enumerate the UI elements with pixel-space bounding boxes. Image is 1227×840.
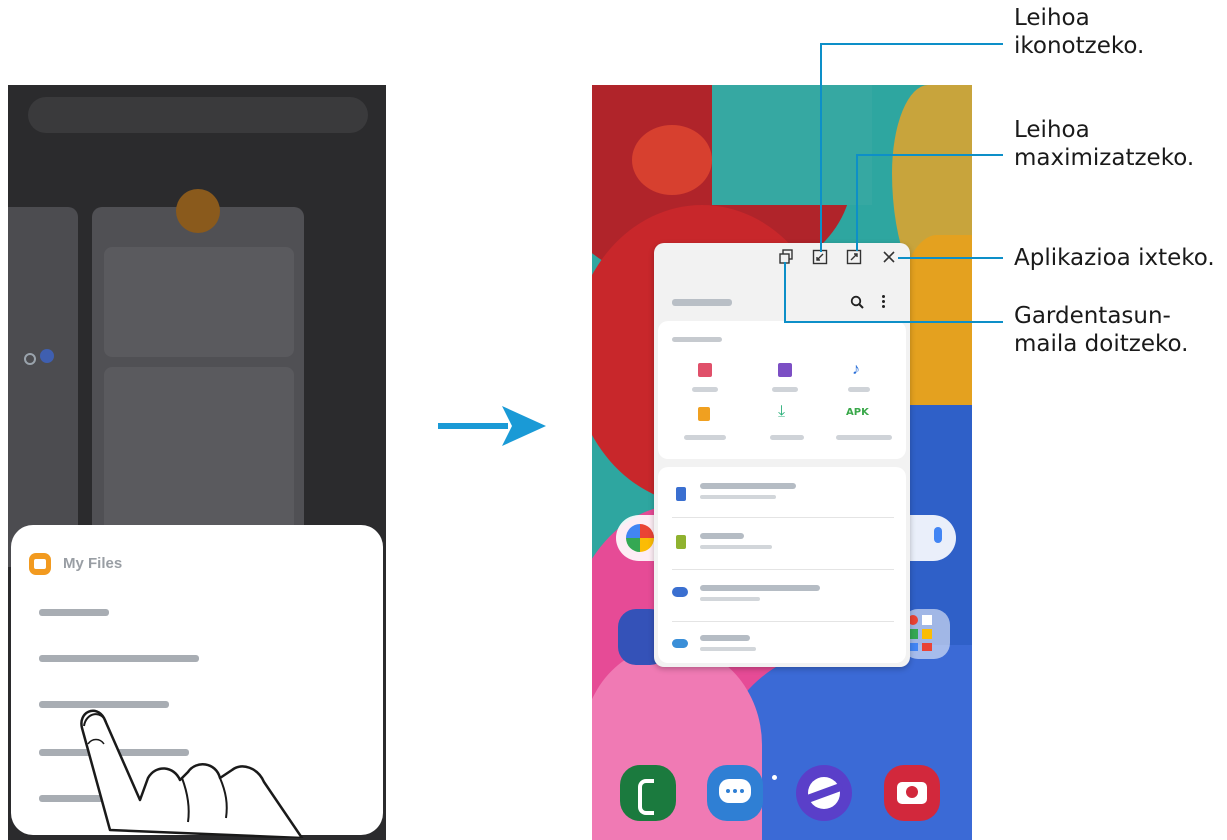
dim-account-icon — [40, 349, 54, 363]
internet-app-icon[interactable] — [796, 765, 852, 821]
callout-line-opacity-v — [784, 262, 786, 322]
opacity-icon[interactable] — [778, 249, 794, 265]
app-title-blurred — [672, 299, 732, 306]
callout-line-maximize-h — [856, 154, 1003, 156]
callout-minimize-line2: ikonotzeko. — [1014, 33, 1145, 59]
transition-arrow-icon — [438, 406, 546, 446]
camera-app-icon[interactable] — [884, 765, 940, 821]
my-files-app-icon — [29, 553, 51, 575]
videos-icon[interactable] — [778, 363, 792, 377]
menu-item-open-split-screen[interactable] — [39, 655, 199, 662]
categories-card: ♪ ⤓ APK — [658, 321, 906, 459]
dim-search-icon — [24, 353, 36, 365]
maximize-icon[interactable] — [846, 249, 862, 265]
dim-search-bar — [28, 97, 368, 133]
callout-opacity-line1: Gardentasun- — [1014, 303, 1171, 329]
samsung-cloud-drive-item[interactable] — [658, 571, 906, 621]
callout-line-maximize-v — [856, 155, 858, 251]
window-toolbar — [654, 243, 910, 273]
callout-maximize-line2: maximizatzeko. — [1014, 145, 1195, 171]
phone-app-icon[interactable] — [620, 765, 676, 821]
sd-card-item[interactable] — [658, 519, 906, 569]
right-phone-screen: ♪ ⤓ APK — [592, 85, 972, 840]
callout-line-opacity-h — [784, 321, 1003, 323]
dim-recent-card-left — [8, 207, 78, 567]
more-options-icon[interactable] — [882, 295, 885, 309]
callout-minimize: Leihoa ikonotzeko. — [1014, 4, 1144, 60]
documents-icon[interactable] — [698, 407, 710, 421]
callout-maximize: Leihoa maximizatzeko. — [1014, 116, 1194, 172]
phone-storage-icon — [676, 487, 686, 501]
google-g-icon — [626, 524, 654, 552]
dim-app-icon — [176, 189, 220, 233]
callout-line-close — [898, 257, 1003, 259]
mic-icon[interactable] — [934, 527, 942, 543]
search-icon[interactable] — [850, 295, 864, 309]
sd-card-icon — [676, 535, 686, 549]
hand-pointer-icon — [80, 709, 304, 838]
downloads-icon[interactable]: ⤓ — [778, 403, 785, 421]
images-icon[interactable] — [698, 363, 712, 377]
popup-title: My Files — [63, 555, 123, 572]
onedrive-item[interactable] — [658, 623, 906, 663]
callout-close: Aplikazioa ixteko. — [1014, 244, 1215, 272]
callout-line-minimize-v — [820, 44, 822, 252]
storage-list-card — [658, 467, 906, 663]
callout-opacity: Gardentasun- maila doitzeko. — [1014, 302, 1188, 358]
callout-minimize-line1: Leihoa — [1014, 5, 1090, 31]
close-icon[interactable] — [882, 250, 896, 264]
callout-close-line1: Aplikazioa ixteko. — [1014, 245, 1215, 271]
callout-line-minimize-h — [820, 43, 1003, 45]
apk-icon[interactable]: APK — [846, 407, 869, 418]
callout-maximize-line1: Leihoa — [1014, 117, 1090, 143]
pop-up-window[interactable]: ♪ ⤓ APK — [654, 243, 910, 667]
onedrive-icon — [672, 639, 688, 648]
menu-item-app-info[interactable] — [39, 609, 109, 616]
audio-icon[interactable]: ♪ — [852, 361, 860, 379]
page-indicator-dot — [772, 775, 777, 780]
callout-opacity-line2: maila doitzeko. — [1014, 331, 1189, 357]
cloud-drive-icon — [672, 587, 688, 597]
internal-storage-item[interactable] — [658, 467, 906, 517]
messages-app-icon[interactable] — [707, 765, 763, 821]
